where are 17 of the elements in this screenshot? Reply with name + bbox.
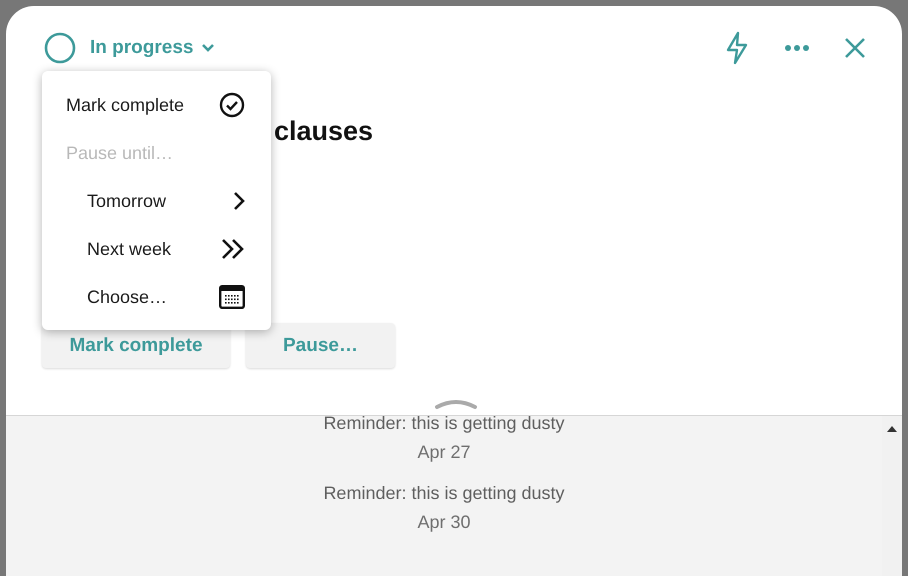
status-circle-icon[interactable] [44,32,76,64]
lightning-icon[interactable] [724,31,750,65]
history-date: Apr 30 [417,512,471,533]
scroll-up-icon[interactable] [887,426,897,432]
menu-item[interactable]: Mark complete [42,81,271,129]
close-icon[interactable] [844,37,866,59]
history-text: Reminder: this is getting dusty [323,483,565,504]
history-text: Reminder: this is getting dusty [323,416,565,434]
chevron-right-icon [233,191,245,211]
calendar-icon [219,285,245,309]
caret-icon [201,43,216,53]
check-circle-icon [219,92,245,118]
history-date: Apr 27 [417,442,471,463]
double-chevron-right-icon [221,238,245,260]
task-title: clauses [274,116,374,147]
menu-item: Pause until… [42,129,271,177]
more-icon[interactable] [784,44,810,52]
